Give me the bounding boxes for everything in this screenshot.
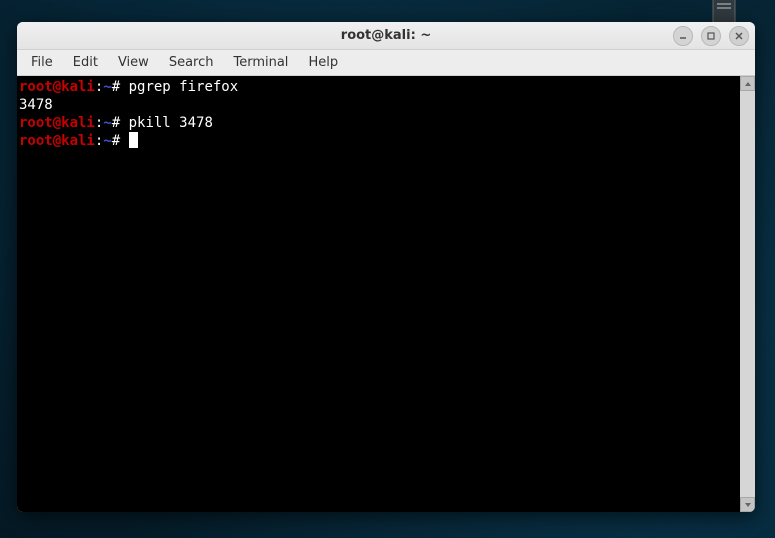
menu-terminal[interactable]: Terminal	[223, 51, 298, 74]
scrollbar[interactable]	[740, 76, 755, 512]
minimize-button[interactable]	[673, 26, 693, 46]
maximize-button[interactable]	[701, 26, 721, 46]
scroll-down-button[interactable]	[740, 497, 755, 512]
terminal-window: root@kali: ~ File Edit View Search Termi…	[17, 22, 755, 512]
close-button[interactable]	[729, 26, 749, 46]
menu-help[interactable]: Help	[298, 51, 348, 74]
menu-view[interactable]: View	[108, 51, 159, 74]
scroll-up-button[interactable]	[740, 76, 755, 91]
titlebar[interactable]: root@kali: ~	[17, 22, 755, 50]
menu-edit[interactable]: Edit	[63, 51, 108, 74]
terminal-content[interactable]: root@kali:~# pgrep firefox 3478 root@kal…	[17, 76, 740, 512]
menu-file[interactable]: File	[21, 51, 63, 74]
menubar: File Edit View Search Terminal Help	[17, 50, 755, 76]
terminal-area: root@kali:~# pgrep firefox 3478 root@kal…	[17, 76, 755, 512]
menu-search[interactable]: Search	[159, 51, 224, 74]
cursor	[129, 132, 138, 148]
window-title: root@kali: ~	[341, 28, 431, 43]
window-controls	[673, 26, 749, 46]
